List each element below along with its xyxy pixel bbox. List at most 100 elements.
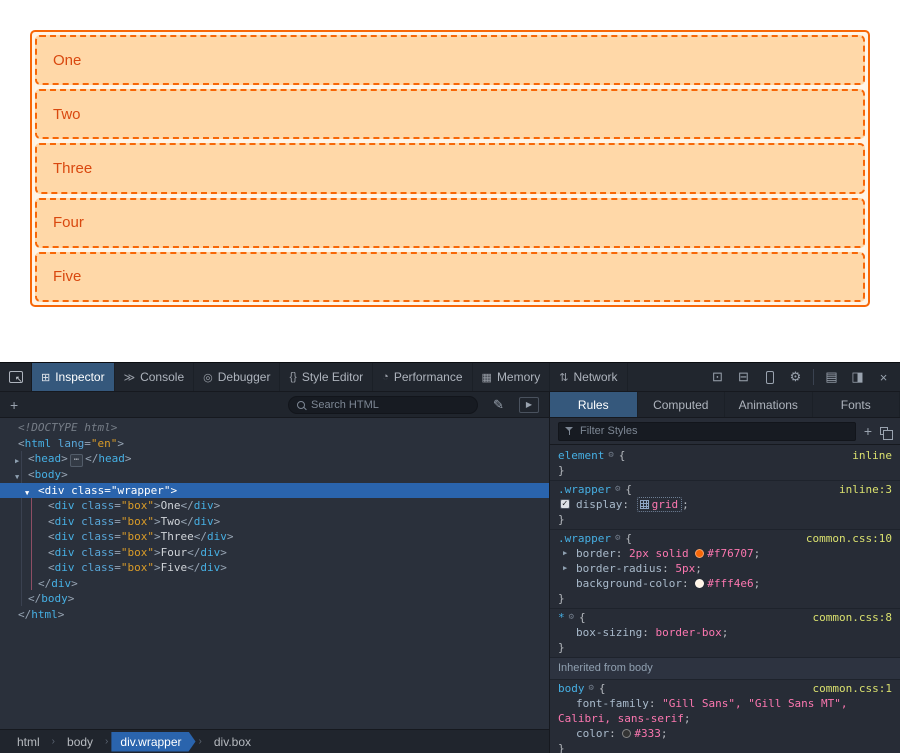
punctuation-token: ; xyxy=(695,562,702,575)
breadcrumb-item[interactable]: body xyxy=(58,732,102,752)
settings-gear-button[interactable]: ⚙ xyxy=(783,366,808,388)
rule-selector[interactable]: .wrapper xyxy=(558,482,611,497)
rule-selector[interactable]: .wrapper xyxy=(558,531,611,546)
css-declaration[interactable]: box-sizing: border-box; xyxy=(558,625,892,640)
property-value: 5px xyxy=(675,562,695,575)
chevron-right-icon: › xyxy=(52,736,55,747)
css-declaration[interactable]: ▶border-radius: 5px; xyxy=(558,561,892,576)
markup-node[interactable]: <html lang="en"> xyxy=(0,436,549,452)
css-rule: body⚙{common.css:1font-family: "Gill San… xyxy=(550,680,900,753)
expand-arrow-icon[interactable]: ▶ xyxy=(563,546,567,561)
markup-node[interactable]: </div> xyxy=(0,576,549,592)
punctuation-token: : xyxy=(649,697,662,710)
selector-highlighter-icon[interactable]: ⚙ xyxy=(615,482,620,497)
markup-node[interactable]: ▼<div class="wrapper"> xyxy=(0,483,549,499)
rule-selector[interactable]: body xyxy=(558,681,585,696)
rule-header: *⚙{common.css:8 xyxy=(558,610,892,625)
markup-node[interactable]: </body> xyxy=(0,591,549,607)
property-name: border-radius xyxy=(576,562,662,575)
filter-styles-box[interactable] xyxy=(558,422,856,441)
rule-source-link[interactable]: common.css:8 xyxy=(813,610,892,625)
selector-highlighter-icon[interactable]: ⚙ xyxy=(608,448,613,463)
add-rule-icon[interactable]: + xyxy=(864,424,872,438)
css-declaration[interactable]: ▶border: 2px solid #f76707; xyxy=(558,546,892,561)
eyedropper-icon[interactable]: ✎ xyxy=(486,394,511,416)
memory-icon: ▦ xyxy=(482,371,492,384)
punctuation-token: > xyxy=(68,592,75,605)
tab-style-editor[interactable]: {}Style Editor xyxy=(280,363,373,391)
color-swatch-icon[interactable] xyxy=(622,729,631,738)
selector-highlighter-icon[interactable]: ⚙ xyxy=(589,681,594,696)
css-declaration[interactable]: background-color: #fff4e6; xyxy=(558,576,892,591)
selector-highlighter-icon[interactable]: ⚙ xyxy=(615,531,620,546)
markup-node[interactable]: <div class="box">Four</div> xyxy=(0,545,549,561)
markup-node[interactable]: ▼<body> xyxy=(0,467,549,483)
rule-selector[interactable]: element xyxy=(558,448,604,463)
tab-animations[interactable]: Animations xyxy=(725,392,813,417)
tag-token: html xyxy=(31,608,58,621)
filter-styles-input[interactable] xyxy=(580,425,849,437)
tab-memory[interactable]: ▦Memory xyxy=(473,363,551,391)
phone-button[interactable] xyxy=(757,366,782,388)
tab-rules[interactable]: Rules xyxy=(550,392,638,417)
punctuation-token: < xyxy=(48,499,55,512)
breadcrumb-item[interactable]: div.wrapper xyxy=(111,732,195,752)
declaration-checkbox[interactable] xyxy=(560,499,570,509)
dock-side-button[interactable]: ◨ xyxy=(845,366,870,388)
punctuation-token: { xyxy=(625,531,632,546)
punctuation-token: = xyxy=(114,561,121,574)
tab-debugger[interactable]: ◎Debugger xyxy=(194,363,280,391)
css-declaration[interactable]: font-family: "Gill Sans", "Gill Sans MT"… xyxy=(558,696,892,726)
rule-source-link[interactable]: inline xyxy=(852,448,892,463)
punctuation-token: </ xyxy=(194,530,207,543)
markup-node[interactable]: </html> xyxy=(0,607,549,623)
tab-performance[interactable]: ◔Performance xyxy=(373,363,472,391)
markup-node[interactable]: <div class="box">Two</div> xyxy=(0,514,549,530)
rule-source-link[interactable]: inline:3 xyxy=(839,482,892,497)
markup-node[interactable]: <div class="box">Three</div> xyxy=(0,529,549,545)
grid-value-badge[interactable]: grid xyxy=(637,497,683,512)
split-console-button[interactable]: ▤ xyxy=(819,366,844,388)
punctuation-token: } xyxy=(558,463,892,478)
punctuation-token: > xyxy=(71,577,78,590)
close-devtools-button[interactable]: × xyxy=(871,366,896,388)
punctuation-token: ; xyxy=(684,712,691,725)
selector-highlighter-icon[interactable]: ⚙ xyxy=(569,610,574,625)
css-declaration[interactable]: display: grid; xyxy=(558,497,892,512)
tab-network[interactable]: ⇅Network xyxy=(550,363,627,391)
tab-console[interactable]: ≫Console xyxy=(115,363,195,391)
color-swatch-icon[interactable] xyxy=(695,579,704,588)
property-value: #fff4e6 xyxy=(707,577,753,590)
collapsed-children-badge[interactable]: ⋯ xyxy=(70,454,83,467)
tab-computed[interactable]: Computed xyxy=(638,392,726,417)
responsive-mode-button[interactable]: ⊟ xyxy=(731,366,756,388)
expand-arrow-icon[interactable]: ▶ xyxy=(563,561,567,576)
search-html-input[interactable] xyxy=(311,399,469,411)
element-picker-button[interactable]: ↖ xyxy=(0,363,32,391)
color-swatch-icon[interactable] xyxy=(695,549,704,558)
markup-node[interactable]: <div class="box">Five</div> xyxy=(0,560,549,576)
search-html-box[interactable] xyxy=(288,396,478,414)
grid-toggle-icon[interactable] xyxy=(640,500,649,509)
tab-label: Network xyxy=(574,370,618,384)
tab-fonts[interactable]: Fonts xyxy=(813,392,900,417)
frame-select-button[interactable]: ⊡ xyxy=(705,366,730,388)
play-icon[interactable]: ▶ xyxy=(519,397,539,413)
markup-node[interactable]: <!DOCTYPE html> xyxy=(0,420,549,436)
add-node-icon[interactable]: + xyxy=(10,398,18,412)
rule-source-link[interactable]: common.css:1 xyxy=(813,681,892,696)
tab-label: Debugger xyxy=(218,370,271,384)
devtools-main: + ✎ ▶ <!DOCTYPE html><html lang="en">▶<h… xyxy=(0,392,900,753)
markup-node[interactable]: ▶<head>⋯</head> xyxy=(0,451,549,467)
class-panel-icon[interactable] xyxy=(880,427,888,435)
property-name: border xyxy=(576,547,616,560)
breadcrumb-item[interactable]: div.box xyxy=(205,732,260,752)
tab-inspector[interactable]: ⊞Inspector xyxy=(32,363,115,391)
attribute-name-token: class xyxy=(65,484,105,497)
rule-source-link[interactable]: common.css:10 xyxy=(806,531,892,546)
markup-node[interactable]: <div class="box">One</div> xyxy=(0,498,549,514)
breadcrumb-item[interactable]: html xyxy=(8,732,49,752)
punctuation-token: = xyxy=(114,499,121,512)
rule-selector[interactable]: * xyxy=(558,610,565,625)
css-declaration[interactable]: color: #333; xyxy=(558,726,892,741)
